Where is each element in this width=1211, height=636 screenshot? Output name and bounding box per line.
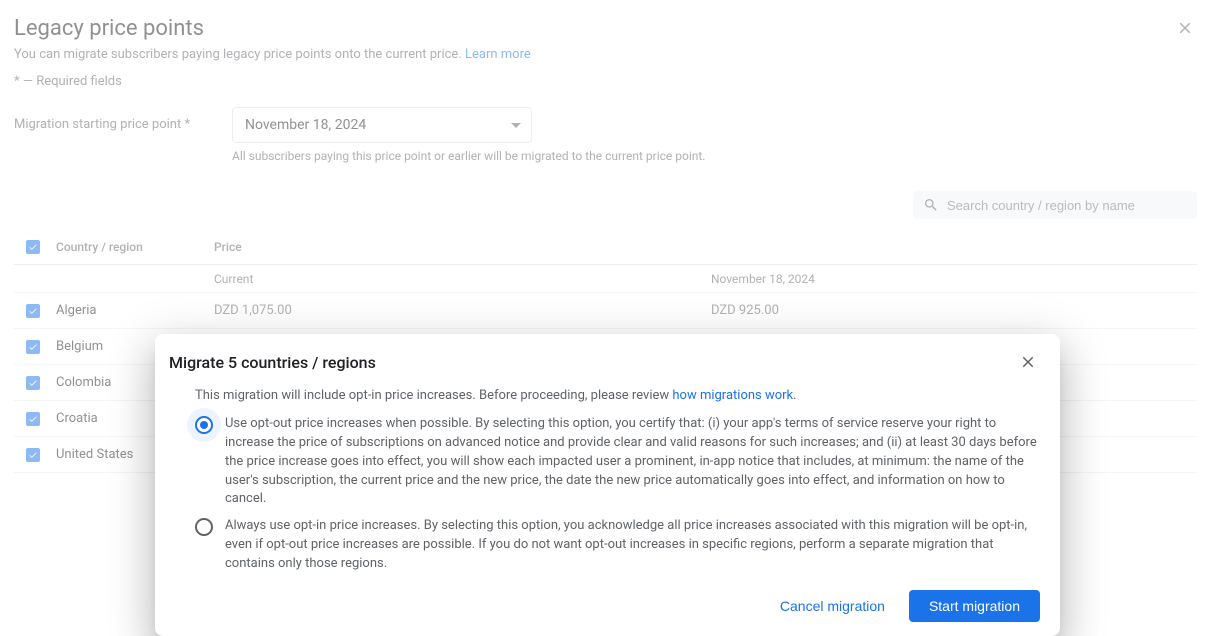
opt-in-label: Always use opt-in price increases. By se… xyxy=(225,517,1040,574)
how-migrations-work-link[interactable]: how migrations work xyxy=(672,388,793,403)
opt-out-radio[interactable] xyxy=(195,416,213,434)
dialog-close-icon[interactable] xyxy=(1016,350,1040,374)
cancel-button[interactable]: Cancel migration xyxy=(768,590,897,622)
migrate-dialog: Migrate 5 countries / regions This migra… xyxy=(155,334,1060,636)
start-button[interactable]: Start migration xyxy=(909,590,1040,622)
opt-out-label: Use opt-out price increases when possibl… xyxy=(225,415,1040,509)
opt-in-radio[interactable] xyxy=(195,518,213,536)
dialog-intro: This migration will include opt-in price… xyxy=(195,388,1040,403)
dialog-title: Migrate 5 countries / regions xyxy=(169,353,376,372)
